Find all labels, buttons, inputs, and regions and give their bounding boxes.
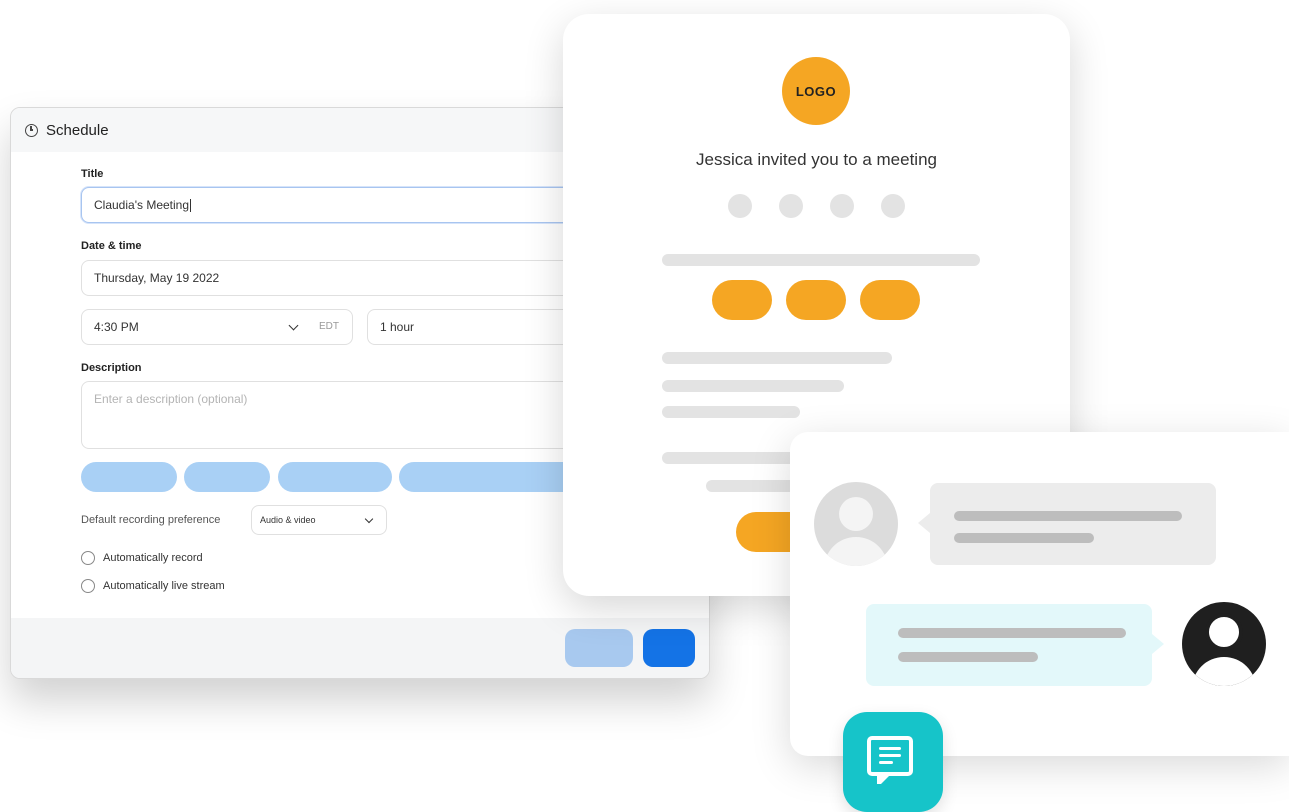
action-pill[interactable] bbox=[786, 280, 846, 320]
message-line bbox=[954, 511, 1182, 521]
invite-title: Jessica invited you to a meeting bbox=[696, 150, 937, 169]
placeholder-line bbox=[662, 380, 844, 392]
chat-icon-line bbox=[879, 747, 901, 750]
text-caret bbox=[190, 198, 192, 212]
message-line bbox=[954, 533, 1094, 543]
time-select[interactable]: 4:30 PM EDT bbox=[81, 309, 353, 345]
bubble-tail bbox=[918, 513, 930, 533]
chat-icon bbox=[867, 736, 913, 784]
message-line bbox=[898, 652, 1038, 662]
chevron-down-icon bbox=[288, 320, 299, 331]
avatar-icon bbox=[814, 482, 898, 566]
message-line bbox=[898, 628, 1126, 638]
option-pill[interactable] bbox=[184, 462, 270, 492]
avatar-body bbox=[824, 537, 888, 566]
timezone-label: EDT bbox=[319, 321, 339, 332]
chat-icon-line bbox=[879, 754, 901, 757]
avatar-head bbox=[1205, 613, 1243, 651]
action-pill[interactable] bbox=[860, 280, 920, 320]
recording-pref-value: Audio & video bbox=[260, 515, 316, 525]
option-pill[interactable] bbox=[278, 462, 392, 492]
schedule-footer bbox=[11, 618, 709, 678]
time-select-value: 4:30 PM bbox=[94, 320, 139, 334]
title-label: Title bbox=[81, 168, 104, 180]
option-pill[interactable] bbox=[81, 462, 177, 492]
datetime-label: Date & time bbox=[81, 240, 142, 252]
avatar-icon bbox=[1182, 602, 1266, 686]
placeholder-line bbox=[662, 406, 800, 418]
avatar-head bbox=[839, 497, 873, 531]
logo-text: LOGO bbox=[795, 83, 837, 99]
auto-record-radio[interactable] bbox=[81, 551, 95, 565]
auto-record-label: Automatically record bbox=[103, 552, 203, 564]
chat-button[interactable] bbox=[843, 712, 943, 812]
schedule-header-title: Schedule bbox=[46, 121, 109, 139]
placeholder-line bbox=[662, 352, 892, 364]
action-pill[interactable] bbox=[712, 280, 772, 320]
message-bubble-outgoing bbox=[866, 604, 1152, 686]
avatar-body bbox=[1192, 657, 1256, 686]
duration-select-value: 1 hour bbox=[380, 320, 415, 334]
step-dot bbox=[779, 194, 803, 218]
clock-icon bbox=[25, 123, 38, 137]
step-dot bbox=[881, 194, 905, 218]
logo: LOGO bbox=[782, 57, 850, 125]
placeholder-line bbox=[662, 254, 980, 266]
step-dot bbox=[830, 194, 854, 218]
chat-card bbox=[790, 432, 1289, 756]
description-placeholder: Enter a description (optional) bbox=[94, 392, 248, 406]
recording-pref-label: Default recording preference bbox=[81, 514, 221, 526]
title-input-value: Claudia's Meeting bbox=[94, 198, 190, 212]
save-button[interactable] bbox=[643, 629, 695, 667]
date-input-value: Thursday, May 19 2022 bbox=[94, 271, 220, 285]
auto-livestream-radio[interactable] bbox=[81, 579, 95, 593]
bubble-tail bbox=[1152, 634, 1164, 654]
step-dot bbox=[728, 194, 752, 218]
cancel-button[interactable] bbox=[565, 629, 633, 667]
description-label: Description bbox=[81, 362, 142, 374]
recording-pref-select[interactable]: Audio & video bbox=[251, 505, 387, 535]
auto-livestream-label: Automatically live stream bbox=[103, 580, 225, 592]
message-bubble-incoming bbox=[930, 483, 1216, 565]
chat-icon-line bbox=[879, 761, 893, 764]
chevron-down-icon bbox=[364, 514, 374, 524]
